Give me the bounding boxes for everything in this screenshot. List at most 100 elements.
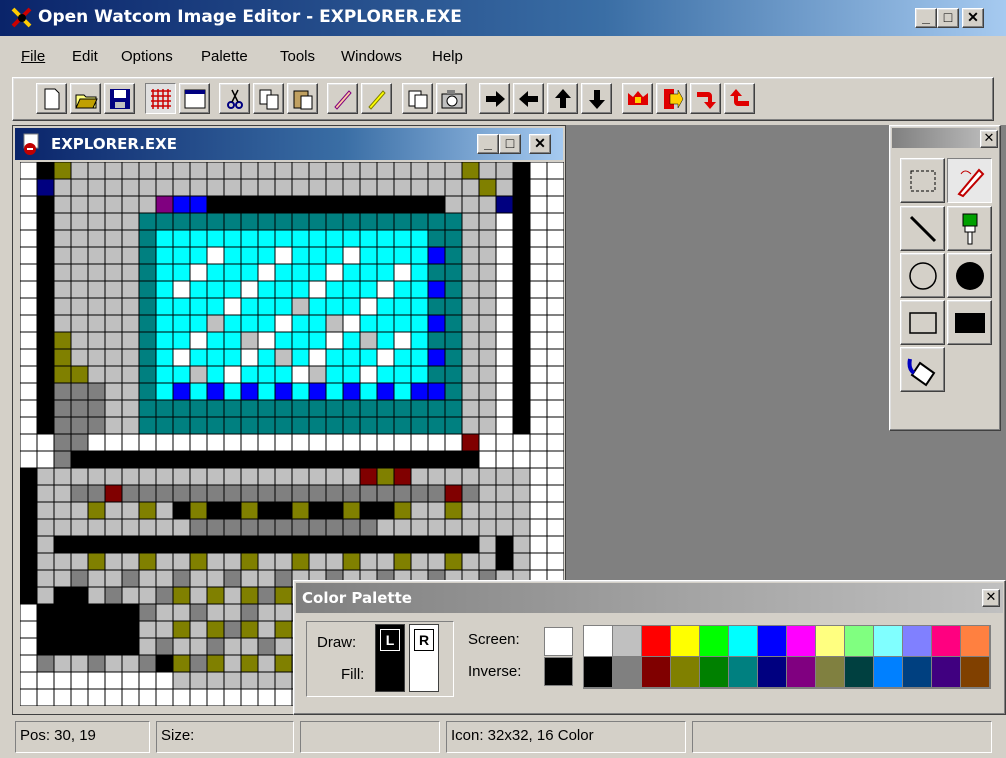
save-icon — [109, 88, 130, 109]
color-swatch[interactable] — [700, 626, 729, 657]
color-palette-close-button[interactable]: ✕ — [982, 589, 1000, 607]
open-button[interactable] — [70, 83, 101, 114]
rotate-counterclockwise-icon — [729, 88, 749, 106]
menu-edit[interactable]: Edit — [72, 48, 98, 65]
snap-button[interactable] — [402, 83, 433, 114]
filled-ellipse-tool-button[interactable] — [947, 253, 992, 298]
pen-button[interactable] — [361, 83, 392, 114]
color-swatch[interactable] — [729, 657, 758, 688]
fill-tool-button[interactable] — [900, 347, 945, 392]
color-swatch[interactable] — [787, 626, 816, 657]
maximize-button[interactable]: □ — [937, 8, 959, 28]
title-bar: Open Watcom Image Editor - EXPLORER.EXE … — [0, 0, 1006, 36]
status-empty-2 — [692, 721, 992, 753]
color-swatch[interactable] — [758, 626, 787, 657]
flip-vertical-button[interactable] — [656, 83, 687, 114]
color-swatch[interactable] — [613, 626, 642, 657]
rotate-clockwise-icon — [696, 91, 716, 109]
copy-icon — [259, 89, 278, 109]
camera-button[interactable] — [436, 83, 467, 114]
fill-label: Fill: — [341, 666, 365, 683]
pencil-button[interactable] — [327, 83, 358, 114]
close-button[interactable]: ✕ — [962, 8, 984, 28]
image-maximize-button[interactable]: □ — [499, 134, 521, 154]
menu-help[interactable]: Help — [432, 48, 463, 65]
color-swatch[interactable] — [845, 626, 874, 657]
color-swatch[interactable] — [642, 626, 671, 657]
shift-down-button[interactable] — [581, 83, 612, 114]
color-swatch[interactable] — [787, 657, 816, 688]
flip-horizontal-button[interactable] — [622, 83, 653, 114]
menu-palette[interactable]: Palette — [201, 48, 248, 65]
color-swatch[interactable] — [903, 657, 932, 688]
open-icon — [74, 94, 98, 108]
cut-icon — [226, 89, 243, 109]
menu-windows[interactable]: Windows — [341, 48, 402, 65]
save-button[interactable] — [104, 83, 135, 114]
pen-icon — [367, 89, 386, 110]
inverse-color-swatch[interactable] — [544, 657, 573, 686]
copy-button[interactable] — [253, 83, 284, 114]
color-swatch[interactable] — [874, 657, 903, 688]
color-swatch[interactable] — [961, 626, 990, 657]
rotate-clockwise-button[interactable] — [690, 83, 721, 114]
color-swatch[interactable] — [671, 657, 700, 688]
shift-up-button[interactable] — [547, 83, 578, 114]
current-colors-panel: Draw: Fill: L R — [306, 621, 454, 697]
line-tool-button[interactable] — [900, 206, 945, 251]
left-button-label: L — [380, 629, 400, 651]
color-swatch[interactable] — [816, 626, 845, 657]
ellipse-icon — [908, 261, 937, 290]
grid-button[interactable] — [145, 83, 176, 114]
color-swatch[interactable] — [671, 626, 700, 657]
shift-left-button[interactable] — [513, 83, 544, 114]
image-window-titlebar: EXPLORER.EXE _ □ ✕ — [15, 128, 563, 160]
view-button[interactable] — [179, 83, 210, 114]
pencil-tool-button[interactable] — [947, 158, 992, 203]
new-button[interactable] — [36, 83, 67, 114]
rect-tool-button[interactable] — [900, 300, 945, 345]
flip-horizontal-icon — [627, 90, 648, 105]
color-swatch[interactable] — [845, 657, 874, 688]
select-tool-button[interactable] — [900, 158, 945, 203]
tool-palette-close-button[interactable]: ✕ — [980, 130, 998, 148]
left-color-swatch[interactable]: L — [375, 624, 405, 692]
rect-icon — [908, 311, 937, 334]
color-palette-caption: Color Palette — [296, 583, 1003, 613]
color-swatch[interactable] — [758, 657, 787, 688]
ellipse-tool-button[interactable] — [900, 253, 945, 298]
menu-bar: File Edit Options Palette Tools Windows … — [0, 36, 1006, 76]
image-minimize-button[interactable]: _ — [477, 134, 499, 154]
color-swatch[interactable] — [961, 657, 990, 688]
image-close-button[interactable]: ✕ — [529, 134, 551, 154]
color-swatch[interactable] — [903, 626, 932, 657]
rotate-counterclockwise-button[interactable] — [724, 83, 755, 114]
color-swatch[interactable] — [584, 657, 613, 688]
menu-file[interactable]: File — [21, 48, 45, 65]
color-swatch[interactable] — [613, 657, 642, 688]
shift-right-button[interactable] — [479, 83, 510, 114]
select-rect-icon — [910, 170, 935, 191]
color-swatch[interactable] — [932, 657, 961, 688]
minimize-button[interactable]: _ — [915, 8, 937, 28]
color-swatch-grid — [583, 625, 991, 689]
right-color-swatch[interactable]: R — [409, 624, 439, 692]
status-position: Pos: 30, 19 — [15, 721, 150, 753]
color-swatch[interactable] — [932, 626, 961, 657]
color-swatch[interactable] — [700, 657, 729, 688]
color-swatch[interactable] — [729, 626, 758, 657]
status-bar: Pos: 30, 19 Size: Icon: 32x32, 16 Color — [0, 715, 1006, 758]
filled-rect-tool-button[interactable] — [947, 300, 992, 345]
paste-button[interactable] — [287, 83, 318, 114]
color-swatch[interactable] — [642, 657, 671, 688]
menu-options[interactable]: Options — [121, 48, 173, 65]
image-window-title: EXPLORER.EXE — [51, 135, 177, 153]
color-palette-title: Color Palette — [302, 589, 412, 607]
cut-button[interactable] — [219, 83, 250, 114]
color-swatch[interactable] — [874, 626, 903, 657]
menu-tools[interactable]: Tools — [280, 48, 315, 65]
color-swatch[interactable] — [816, 657, 845, 688]
color-swatch[interactable] — [584, 626, 613, 657]
brush-tool-button[interactable] — [947, 206, 992, 251]
screen-color-swatch[interactable] — [544, 627, 573, 656]
